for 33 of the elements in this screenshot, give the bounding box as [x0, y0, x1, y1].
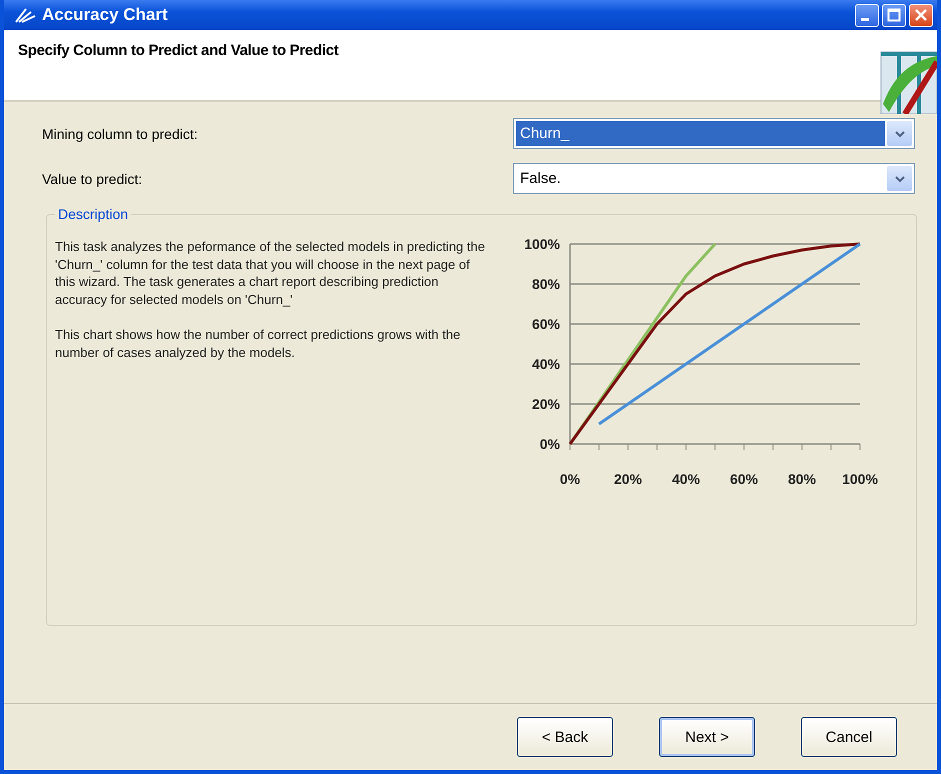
maximize-button[interactable] [882, 4, 906, 26]
wizard-button[interactable]: Next > [659, 717, 755, 757]
combo-value: Churn_ [516, 121, 885, 146]
axis-label: 60% [730, 471, 758, 487]
wizard-button[interactable]: < Back [517, 717, 613, 757]
axis-label: 0% [540, 436, 560, 452]
description-text: This chart shows how the number of correct predictions grows with the number of cases analyzed by the models. [55, 326, 462, 361]
field-label: Mining column to predict: [42, 126, 198, 142]
minimize-icon [860, 18, 868, 21]
axis-label: 80% [532, 276, 560, 292]
axis-label: 20% [532, 396, 560, 412]
close-icon [914, 8, 928, 22]
window-title: Accuracy Chart [42, 5, 169, 25]
dropdown-field[interactable]: False. [513, 163, 915, 194]
axis-label: 60% [532, 316, 560, 332]
axis-label: 100% [524, 236, 560, 252]
axis-label: 40% [672, 471, 700, 487]
axis-label: 80% [788, 471, 816, 487]
close-button[interactable] [909, 4, 933, 26]
combo-value: False. [519, 169, 562, 189]
minimize-button[interactable] [855, 4, 879, 26]
axis-label: 20% [614, 471, 642, 487]
wizard-button[interactable]: Cancel [801, 717, 897, 757]
axis-label: 40% [532, 356, 560, 372]
maximize-icon [887, 8, 901, 22]
description-text: This task analyzes the peformance of the selected models in predicting the 'Churn_' column for the test data that you will choose in the next page of this wizard. The task generates a chart report describing prediction accuracy for selected models on 'Churn_' [55, 238, 485, 308]
group-label: Description [57, 206, 130, 222]
field-label: Value to predict: [42, 170, 142, 186]
axis-label: 0% [560, 471, 580, 487]
page-heading: Specify Column to Predict and Value to Predict [18, 42, 338, 61]
app-icon [14, 6, 36, 24]
axis-label: 100% [842, 471, 878, 487]
dropdown-field[interactable]: Churn_ [513, 118, 915, 149]
